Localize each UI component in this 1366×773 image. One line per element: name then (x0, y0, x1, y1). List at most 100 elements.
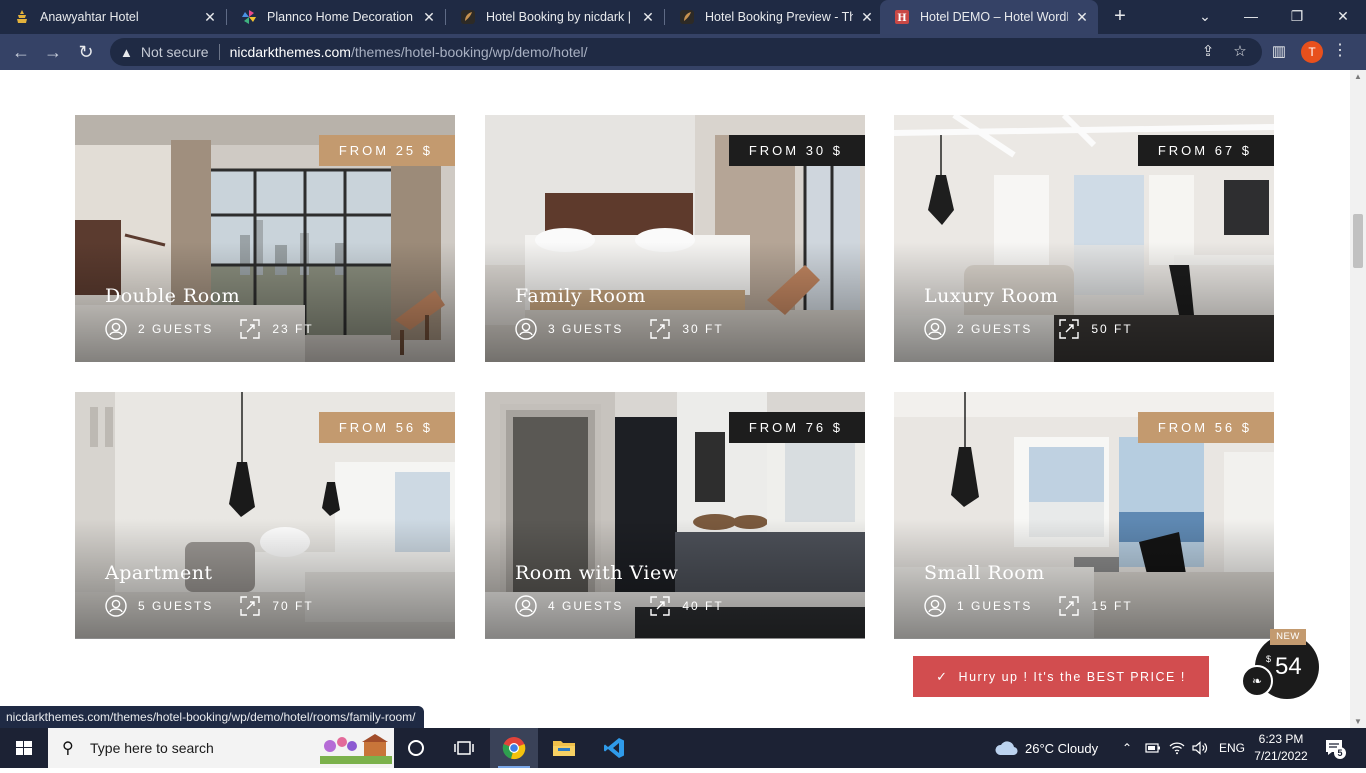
scroll-down-arrow-icon[interactable]: ▼ (1350, 717, 1366, 726)
tab-hotel-booking-preview[interactable]: Hotel Booking Preview - Ther ✕ (665, 0, 883, 34)
cortana-circle-icon[interactable] (392, 728, 440, 768)
room-size-icon (649, 595, 671, 617)
room-name[interactable]: Family Room (515, 285, 646, 307)
task-view-icon[interactable] (440, 728, 488, 768)
address-bar[interactable]: ▲ Not secure nicdarkthemes.com /themes/h… (110, 38, 1262, 66)
room-size: 40 FT (682, 599, 724, 613)
tab-search-chevron-icon[interactable]: ⌄ (1182, 0, 1228, 34)
pagoda-icon (14, 9, 30, 25)
input-language[interactable]: ENG (1219, 728, 1245, 768)
bookmark-star-icon[interactable]: ☆ (1230, 42, 1250, 62)
tab-title: Hotel Booking by nicdark | Th (486, 10, 634, 24)
room-meta: 4 GUESTS 40 FT (515, 595, 724, 617)
menu-dots-icon[interactable]: ⋮ (1332, 40, 1348, 64)
tab-anawyahtar-hotel[interactable]: Anawyahtar Hotel ✕ (0, 0, 226, 34)
tab-title: Anawyahtar Hotel (40, 10, 139, 24)
reload-icon[interactable]: ↻ (73, 39, 99, 65)
room-name[interactable]: Small Room (924, 562, 1045, 584)
back-arrow-icon[interactable]: ← (8, 39, 34, 65)
price-tag: FROM 67 $ (1137, 135, 1274, 166)
price-tag: FROM 56 $ (318, 412, 455, 443)
price-tag: FROM 56 $ (1137, 412, 1274, 443)
share-icon[interactable]: ⇪ (1198, 42, 1218, 62)
room-card-apartment[interactable]: FROM 56 $ Apartment 5 GUESTS 70 FT (75, 392, 455, 639)
room-size: 23 FT (272, 322, 314, 336)
tab-hotel-booking-nicdark[interactable]: Hotel Booking by nicdark | Th ✕ (446, 0, 664, 34)
link-status-bar: nicdarkthemes.com/themes/hotel-booking/w… (0, 706, 424, 728)
room-name[interactable]: Room with View (515, 562, 678, 584)
notification-center-icon[interactable]: 5 (1324, 738, 1346, 759)
tab-hotel-demo[interactable]: H Hotel DEMO – Hotel WordPr ✕ (880, 0, 1098, 34)
cloud-icon (995, 741, 1018, 756)
vscode-icon[interactable] (590, 728, 638, 768)
chrome-taskbar-icon[interactable] (490, 728, 538, 768)
volume-icon[interactable] (1192, 728, 1208, 768)
room-meta: 1 GUESTS 15 FT (924, 595, 1133, 617)
taskbar-search-box[interactable]: ⚲ Type here to search (48, 728, 394, 768)
guests-count: 2 GUESTS (957, 322, 1033, 336)
svg-text:H: H (897, 13, 906, 24)
system-clock[interactable]: 6:23 PM 7/21/2022 (1248, 731, 1314, 765)
close-icon[interactable]: ✕ (640, 9, 656, 26)
url-path: /themes/hotel-booking/wp/demo/hotel/ (350, 44, 588, 60)
new-tab-button[interactable]: + (1108, 5, 1132, 29)
themeforest-icon (679, 9, 695, 25)
close-icon[interactable]: ✕ (859, 9, 875, 26)
forward-arrow-icon[interactable]: → (40, 39, 66, 65)
close-icon[interactable]: ✕ (202, 9, 218, 26)
best-price-button[interactable]: ✓ Hurry up ! It's the BEST PRICE ! (913, 656, 1209, 697)
browser-tab-strip: Anawyahtar Hotel ✕ Plannco Home Decorati… (0, 0, 1366, 34)
close-icon[interactable]: ✕ (1074, 9, 1090, 26)
guests-icon (924, 595, 946, 617)
room-size: 30 FT (682, 322, 724, 336)
search-placeholder: Type here to search (90, 740, 214, 756)
security-label[interactable]: Not secure (141, 44, 209, 60)
pinwheel-icon (241, 9, 257, 25)
room-size-icon (649, 318, 671, 340)
clock-time: 6:23 PM (1258, 732, 1304, 746)
windows-taskbar: ⚲ Type here to search 26°C Cloudy ⌃ ENG … (0, 728, 1366, 768)
room-card-room-with-view[interactable]: FROM 76 $ Room with View 4 GUESTS 40 FT (485, 392, 865, 639)
profile-avatar[interactable]: T (1301, 41, 1323, 63)
room-name[interactable]: Luxury Room (924, 285, 1058, 307)
room-card-double-room[interactable]: FROM 25 $ Double Room 2 GUESTS 23 FT (75, 115, 455, 362)
room-size: 70 FT (272, 599, 314, 613)
room-card-small-room[interactable]: FROM 56 $ Small Room 1 GUESTS 15 FT (894, 392, 1274, 639)
minimize-button[interactable]: — (1228, 0, 1274, 34)
guests-icon (515, 595, 537, 617)
price-tag: FROM 76 $ (728, 412, 865, 443)
leaf-icon: ❧ (1241, 665, 1273, 697)
windows-logo-icon (16, 741, 32, 755)
scrollbar-thumb[interactable] (1353, 214, 1363, 268)
tab-plannco-home-decoration[interactable]: Plannco Home Decoration ✕ (227, 0, 445, 34)
side-panel-icon[interactable]: ▥ (1269, 42, 1289, 62)
search-icon: ⚲ (62, 740, 74, 757)
room-meta: 2 GUESTS 50 FT (924, 318, 1133, 340)
price-tag: FROM 25 $ (318, 135, 455, 166)
room-name[interactable]: Double Room (105, 285, 240, 307)
page-scrollbar[interactable]: ▲ ▼ (1350, 70, 1366, 728)
room-name[interactable]: Apartment (105, 562, 213, 584)
room-card-luxury-room[interactable]: FROM 67 $ Luxury Room 2 GUESTS 50 FT (894, 115, 1274, 362)
tab-title: Hotel Booking Preview - Ther (705, 10, 853, 24)
clock-date: 7/21/2022 (1254, 749, 1308, 763)
address-divider (218, 44, 220, 60)
show-hidden-icons-chevron-icon[interactable]: ⌃ (1122, 728, 1132, 768)
windows-start-button[interactable] (0, 728, 48, 768)
guests-count: 2 GUESTS (138, 322, 214, 336)
scroll-up-arrow-icon[interactable]: ▲ (1350, 72, 1366, 81)
file-explorer-icon[interactable] (540, 728, 588, 768)
close-window-button[interactable]: ✕ (1320, 0, 1366, 34)
weather-widget[interactable]: 26°C Cloudy (994, 728, 1098, 768)
warning-triangle-icon: ▲ (120, 44, 133, 60)
room-card-family-room[interactable]: FROM 30 $ Family Room 3 GUESTS 30 FT (485, 115, 865, 362)
guests-count: 1 GUESTS (957, 599, 1033, 613)
wifi-icon[interactable] (1169, 728, 1185, 768)
restore-button[interactable]: ❐ (1274, 0, 1320, 34)
checkmark-icon: ✓ (936, 668, 949, 684)
price-badge[interactable]: NEW $ 54 ❧ (1241, 629, 1319, 699)
close-icon[interactable]: ✕ (421, 9, 437, 26)
battery-icon[interactable] (1145, 728, 1161, 768)
tab-title: Plannco Home Decoration (267, 10, 413, 24)
guests-count: 5 GUESTS (138, 599, 214, 613)
